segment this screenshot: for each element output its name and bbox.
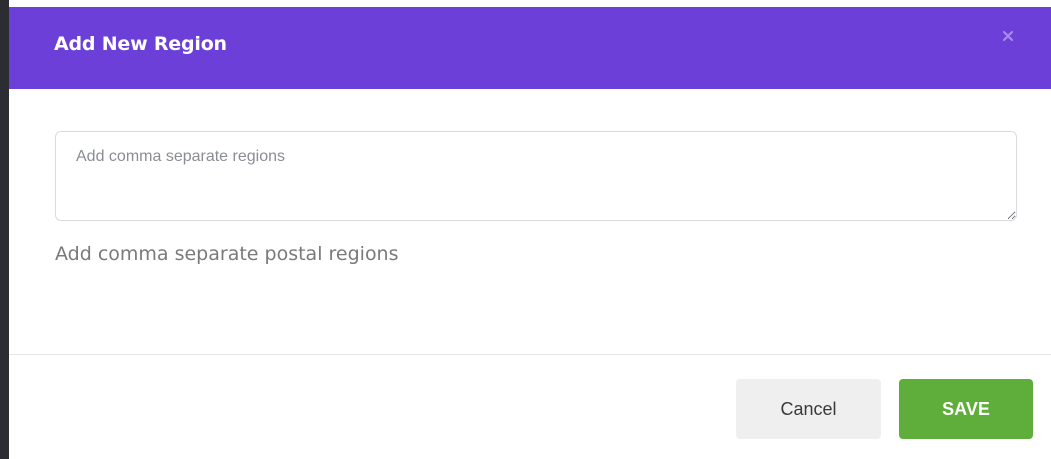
page: Add New Region Add comma separate postal… — [0, 0, 1051, 459]
cancel-button[interactable]: Cancel — [736, 379, 881, 439]
close-icon — [1002, 30, 1014, 42]
close-button[interactable] — [999, 27, 1017, 45]
background-edge — [0, 0, 9, 459]
help-text: Add comma separate postal regions — [55, 243, 399, 265]
regions-input[interactable] — [55, 131, 1017, 221]
save-button[interactable]: SAVE — [899, 379, 1033, 439]
footer-divider — [9, 354, 1051, 355]
dialog-header: Add New Region — [9, 7, 1051, 89]
add-region-dialog: Add New Region Add comma separate postal… — [9, 7, 1051, 459]
dialog-title: Add New Region — [54, 33, 227, 55]
